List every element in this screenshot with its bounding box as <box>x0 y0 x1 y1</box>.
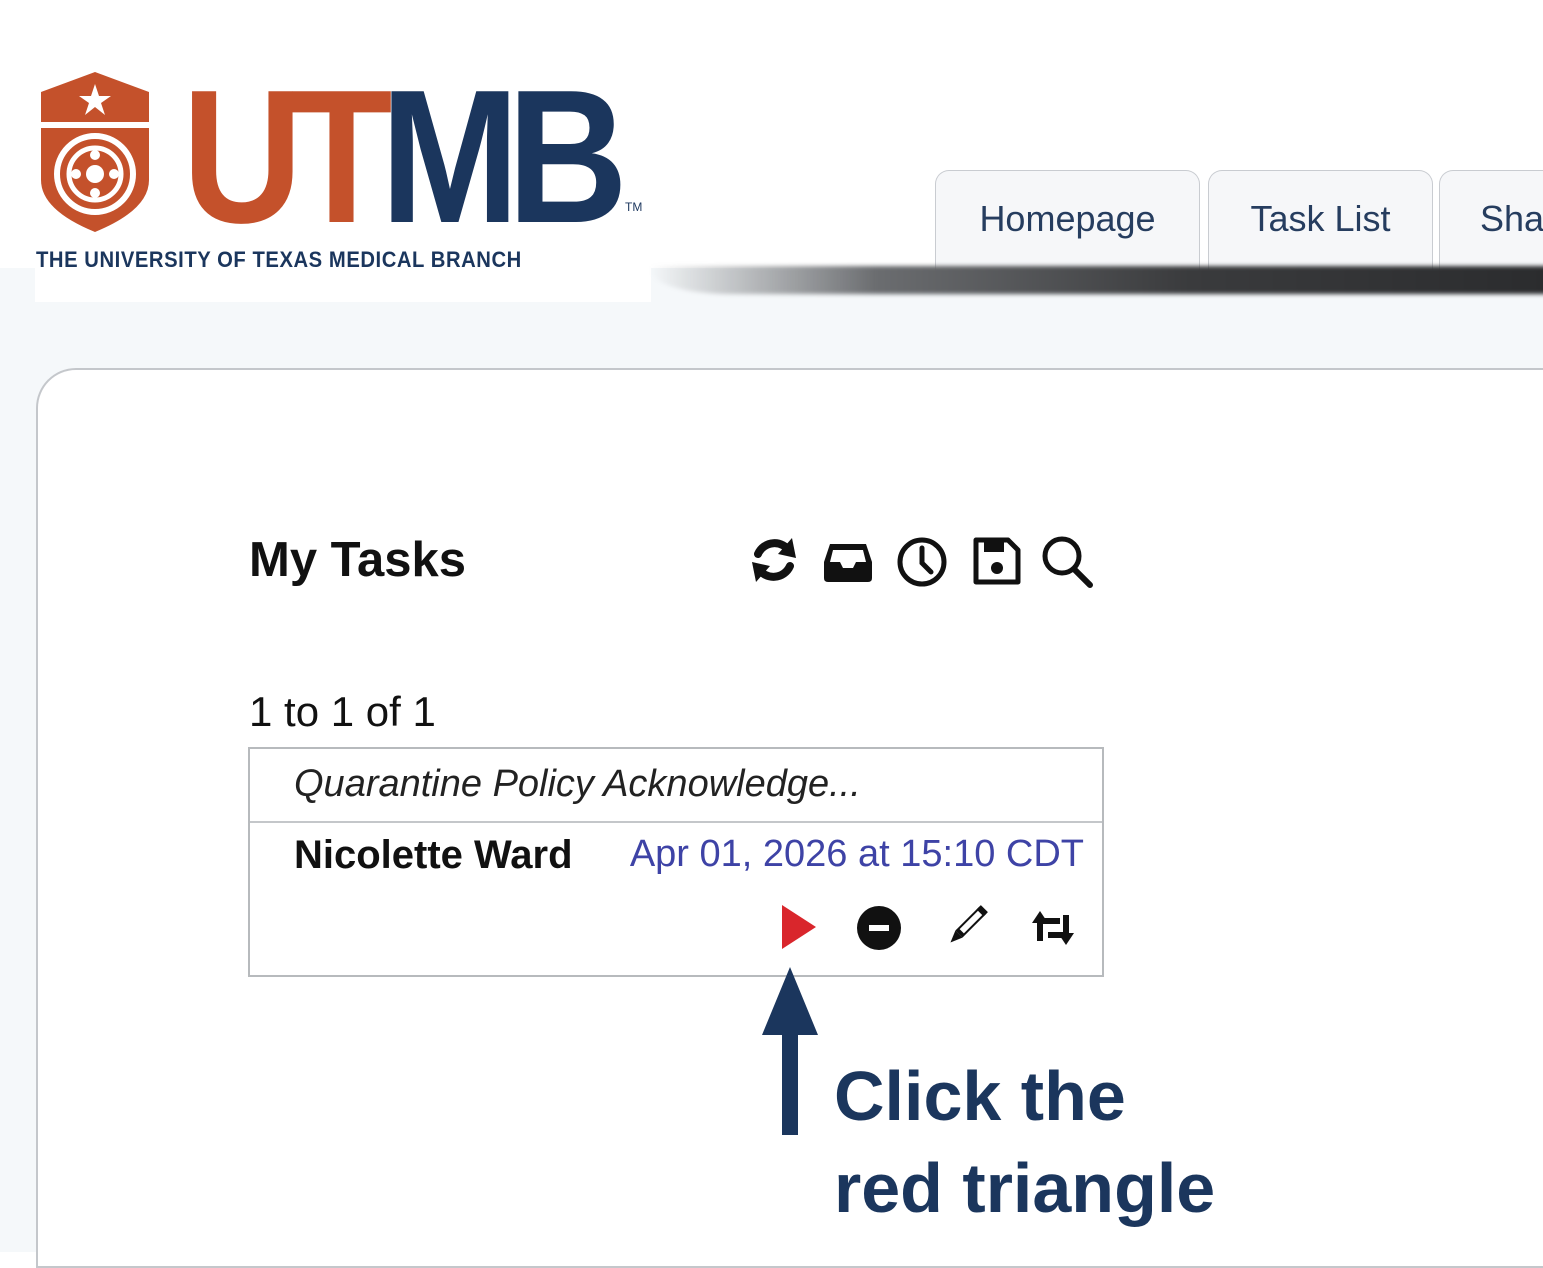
logo-mb: MB <box>380 51 628 263</box>
callout-line-2: red triangle <box>834 1149 1216 1227</box>
task-assignee: Nicolette Ward <box>294 833 573 877</box>
instruction-callout: Click the red triangle <box>834 1050 1215 1234</box>
inbox-icon[interactable] <box>820 530 876 590</box>
clock-icon[interactable] <box>894 530 950 590</box>
logo-tagline: THE UNIVERSITY OF TEXAS MEDICAL BRANCH <box>36 247 522 272</box>
tab-share[interactable]: Sha <box>1439 170 1543 272</box>
refresh-icon[interactable] <box>746 530 802 590</box>
pager-text: 1 to 1 of 1 <box>249 688 436 735</box>
play-icon[interactable] <box>776 901 820 953</box>
task-card: Quarantine Policy Acknowledge... Nicolet… <box>248 747 1104 977</box>
header-shadow <box>650 266 1543 294</box>
tab-label: Homepage <box>979 197 1156 239</box>
logo-ut: UT <box>182 51 393 263</box>
save-icon[interactable] <box>968 530 1024 590</box>
tab-label: Task List <box>1250 197 1391 239</box>
task-title-row[interactable]: Quarantine Policy Acknowledge... <box>250 749 1102 823</box>
task-title[interactable]: Quarantine Policy Acknowledge... <box>294 763 861 806</box>
pencil-icon[interactable] <box>940 901 992 953</box>
task-due-date: Apr 01, 2026 at 15:10 CDT <box>629 833 1084 875</box>
tab-homepage[interactable]: Homepage <box>935 170 1200 272</box>
shield-emblem-icon <box>41 72 149 232</box>
reassign-icon[interactable] <box>1026 901 1080 953</box>
logo-trademark: TM <box>625 200 643 214</box>
logo-wordmark: UTMB <box>182 62 628 252</box>
page-title: My Tasks <box>249 533 466 587</box>
callout-line-1: Click the <box>834 1057 1126 1135</box>
tab-task-list[interactable]: Task List <box>1208 170 1433 272</box>
arrow-up-icon <box>762 967 818 1135</box>
utmb-logo[interactable]: UTMB TM THE UNIVERSITY OF TEXAS MEDICAL … <box>35 62 651 302</box>
search-icon[interactable] <box>1038 530 1098 590</box>
remove-icon[interactable] <box>854 901 904 953</box>
tab-label: Sha <box>1480 197 1543 239</box>
